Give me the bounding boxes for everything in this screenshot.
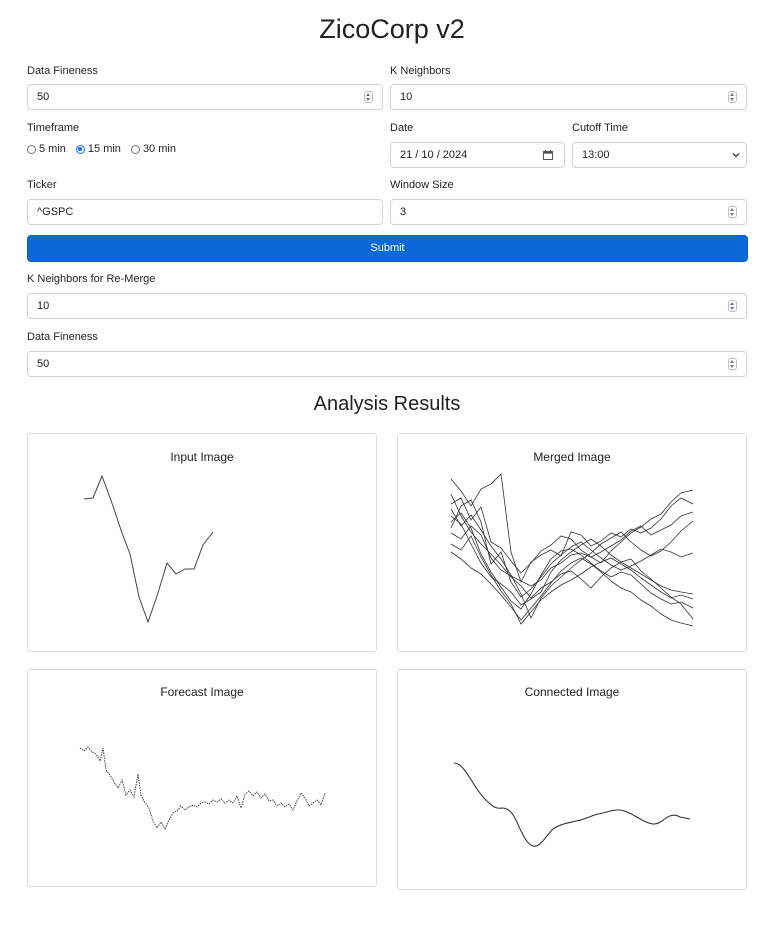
cutoff-time-value: 13:00 bbox=[582, 149, 610, 161]
page-title: ZicoCorp v2 bbox=[319, 14, 465, 44]
window-size-label: Window Size bbox=[390, 179, 454, 191]
k-neighbors-value: 10 bbox=[400, 91, 413, 103]
spinner-icon[interactable] bbox=[728, 358, 737, 370]
input-image-card: Input Image bbox=[27, 433, 377, 652]
date-label: Date bbox=[390, 122, 414, 134]
k-neighbors-input[interactable]: 10 bbox=[390, 84, 747, 110]
k-neighbors-remerge-value: 10 bbox=[37, 300, 50, 312]
timeframe-option-30min[interactable]: 30 min bbox=[130, 143, 176, 155]
data-fineness-label: Data Fineness bbox=[27, 65, 98, 77]
cutoff-time-select[interactable]: 13:00 bbox=[572, 142, 747, 168]
data-fineness-2-input[interactable]: 50 bbox=[27, 351, 747, 377]
timeframe-label: Timeframe bbox=[27, 122, 80, 134]
merged-image-card: Merged Image bbox=[397, 433, 747, 652]
ticker-label: Ticker bbox=[27, 179, 57, 191]
cutoff-time-label: Cutoff Time bbox=[572, 122, 629, 134]
data-fineness-2-label: Data Fineness bbox=[27, 331, 98, 343]
data-fineness-2-value: 50 bbox=[37, 358, 50, 370]
timeframe-option-5min[interactable]: 5 min bbox=[27, 143, 66, 155]
radio-30min[interactable] bbox=[130, 144, 140, 154]
connected-image-card: Connected Image bbox=[397, 669, 747, 890]
date-input[interactable]: 21 / 10 / 2024 bbox=[390, 142, 565, 168]
ticker-input[interactable]: ^GSPC bbox=[27, 199, 383, 225]
k-neighbors-remerge-label: K Neighbors for Re-Merge bbox=[27, 273, 156, 285]
timeframe-option-label: 30 min bbox=[142, 143, 176, 155]
forecast-image-card: Forecast Image bbox=[27, 669, 377, 887]
data-fineness-value: 50 bbox=[37, 91, 50, 103]
results-heading: Analysis Results bbox=[313, 393, 461, 415]
timeframe-option-label: 5 min bbox=[39, 143, 66, 155]
chevron-down-icon bbox=[732, 153, 740, 158]
k-neighbors-label: K Neighbors bbox=[390, 65, 451, 77]
submit-button[interactable]: Submit bbox=[27, 235, 748, 262]
spinner-icon[interactable] bbox=[728, 300, 737, 312]
radio-5min[interactable] bbox=[27, 144, 36, 154]
input-image-plot bbox=[83, 474, 214, 624]
data-fineness-input[interactable]: 50 bbox=[27, 84, 383, 110]
ticker-value: ^GSPC bbox=[37, 206, 74, 218]
spinner-icon[interactable] bbox=[728, 91, 737, 103]
calendar-icon[interactable] bbox=[543, 150, 553, 160]
window-size-value: 3 bbox=[400, 206, 407, 218]
timeframe-option-15min[interactable]: 15 min bbox=[75, 143, 121, 155]
connected-image-plot bbox=[453, 762, 691, 847]
spinner-icon[interactable] bbox=[728, 206, 737, 218]
k-neighbors-remerge-input[interactable]: 10 bbox=[27, 293, 747, 319]
timeframe-option-label: 15 min bbox=[87, 143, 121, 155]
window-size-input[interactable]: 3 bbox=[390, 199, 747, 225]
spinner-icon[interactable] bbox=[364, 91, 373, 103]
radio-15min[interactable] bbox=[75, 144, 85, 154]
date-value: 21 / 10 / 2024 bbox=[400, 149, 468, 161]
timeframe-radio-group: 5 min 15 min 30 min bbox=[27, 143, 186, 155]
merged-image-plot bbox=[450, 473, 694, 627]
forecast-image-plot bbox=[79, 746, 326, 830]
